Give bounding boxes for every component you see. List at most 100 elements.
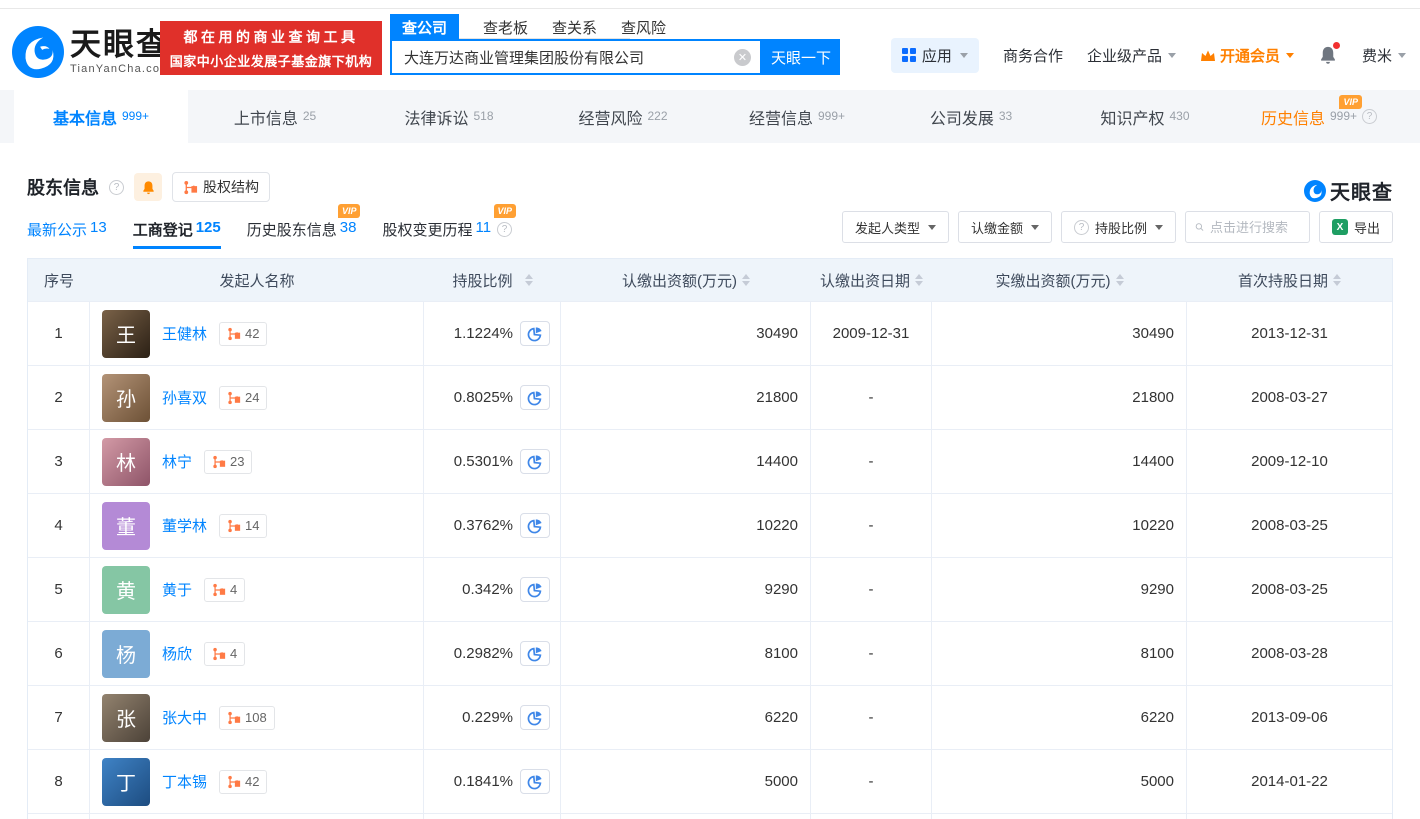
tab-history-info[interactable]: VIP 历史信息 999+ ? (1232, 90, 1406, 143)
pie-chart-button[interactable] (520, 705, 550, 730)
sort-icon[interactable] (1333, 274, 1341, 286)
subtab-business-registration[interactable]: 工商登记 125 (133, 219, 221, 240)
share-ratio-value: 1.1224% (454, 325, 513, 342)
pie-chart-icon (527, 390, 543, 406)
subtab-count: 38 (340, 219, 357, 240)
notifications-bell[interactable] (1318, 45, 1338, 65)
cell-subscribed-date: - (811, 750, 932, 813)
tab-count: 33 (999, 109, 1012, 123)
table-row: 2 孙 孙喜双 24 0.8025% (28, 365, 1392, 429)
shareholder-avatar[interactable]: 林 (102, 438, 150, 486)
subscribed-amount-value: 10220 (756, 517, 798, 534)
shareholder-name-link[interactable]: 孙喜双 (162, 387, 207, 408)
tab-basic-info[interactable]: 基本信息 999+ (14, 90, 188, 143)
shareholder-avatar[interactable]: 丁 (102, 758, 150, 806)
clear-search-icon[interactable]: ✕ (734, 49, 751, 66)
nav-open-vip[interactable]: 开通会员 (1200, 45, 1294, 66)
shareholder-avatar[interactable]: 杨 (102, 630, 150, 678)
username: 费米 (1362, 45, 1392, 66)
shareholder-name-link[interactable]: 王健林 (162, 323, 207, 344)
shareholder-name-link[interactable]: 丁本锡 (162, 771, 207, 792)
related-companies-badge[interactable]: 14 (219, 514, 267, 538)
pie-chart-button[interactable] (520, 641, 550, 666)
help-icon: ? (1074, 220, 1089, 235)
col-header-paid-amount[interactable]: 实缴出资额(万元) (932, 259, 1187, 301)
sort-icon[interactable] (525, 274, 533, 286)
subscribe-bell-button[interactable] (134, 173, 162, 201)
shareholder-avatar[interactable]: 王 (102, 310, 150, 358)
subtab-equity-change-history[interactable]: VIP 股权变更历程 11 ? (382, 219, 512, 240)
tab-business-info[interactable]: 经营信息 999+ (710, 90, 884, 143)
shareholder-avatar[interactable]: 董 (102, 502, 150, 550)
related-companies-badge[interactable]: 108 (219, 706, 275, 730)
excel-icon: X (1332, 219, 1348, 235)
shareholder-name-link[interactable]: 黄于 (162, 579, 192, 600)
pie-chart-button[interactable] (520, 385, 550, 410)
pie-chart-button[interactable] (520, 449, 550, 474)
tab-label: 法律诉讼 (404, 105, 468, 129)
crown-icon (1200, 49, 1216, 62)
sort-icon[interactable] (1116, 274, 1124, 286)
sort-icon[interactable] (915, 274, 923, 286)
tab-intellectual-property[interactable]: 知识产权 430 (1058, 90, 1232, 143)
col-header-share-ratio[interactable]: 持股比例 (424, 259, 561, 301)
search-tab-company[interactable]: 查公司 (390, 14, 459, 41)
help-icon[interactable]: ? (497, 222, 512, 237)
nav-enterprise-products[interactable]: 企业级产品 (1087, 45, 1176, 66)
table-row: 3 林 林宁 23 0.5301% (28, 429, 1392, 493)
related-companies-badge[interactable]: 42 (219, 770, 267, 794)
related-companies-badge[interactable]: 4 (204, 578, 245, 602)
tianyancha-logo[interactable]: 天眼查 TianYanCha.com (12, 26, 171, 78)
apps-menu[interactable]: 应用 (891, 38, 979, 73)
tab-business-risk[interactable]: 经营风险 222 (536, 90, 710, 143)
row-index: 1 (54, 325, 62, 342)
pie-chart-button[interactable] (520, 769, 550, 794)
help-icon[interactable]: ? (1362, 109, 1377, 124)
share-ratio-dropdown[interactable]: ? 持股比例 (1061, 211, 1176, 243)
help-icon[interactable]: ? (109, 180, 124, 195)
tianyancha-swirl-icon (12, 26, 64, 78)
promoter-type-dropdown[interactable]: 发起人类型 (842, 211, 949, 243)
col-header-subscribed-date[interactable]: 认缴出资日期 (811, 259, 932, 301)
shareholder-name-link[interactable]: 董学林 (162, 515, 207, 536)
cell-first-hold-date: 2013-09-06 (1187, 686, 1392, 749)
user-menu[interactable]: 费米 (1362, 45, 1406, 66)
export-label: 导出 (1354, 218, 1380, 237)
pie-chart-button[interactable] (520, 577, 550, 602)
table-search-box[interactable] (1185, 211, 1310, 243)
notification-dot (1333, 42, 1340, 49)
nav-business-cooperation[interactable]: 商务合作 (1003, 45, 1063, 66)
shareholder-name-link[interactable]: 杨欣 (162, 643, 192, 664)
shareholder-avatar[interactable]: 张 (102, 694, 150, 742)
search-button[interactable]: 天眼一下 (762, 39, 840, 75)
cell-index: 5 (28, 558, 90, 621)
col-header-first-hold-date[interactable]: 首次持股日期 (1187, 259, 1392, 301)
col-header-subscribed-amount[interactable]: 认缴出资额(万元) (561, 259, 811, 301)
cell-promoter: 杨 杨欣 4 (90, 622, 424, 685)
tab-listing-info[interactable]: 上市信息 25 (188, 90, 362, 143)
related-companies-badge[interactable]: 24 (219, 386, 267, 410)
shareholder-avatar[interactable]: 孙 (102, 374, 150, 422)
related-companies-badge[interactable]: 23 (204, 450, 252, 474)
subtab-latest-announcement[interactable]: 最新公示 13 (27, 219, 107, 240)
table-search-input[interactable] (1210, 220, 1300, 235)
subscribed-amount-dropdown[interactable]: 认缴金额 (958, 211, 1052, 243)
tab-legal-litigation[interactable]: 法律诉讼 518 (362, 90, 536, 143)
pie-chart-button[interactable] (520, 513, 550, 538)
related-companies-badge[interactable]: 4 (204, 642, 245, 666)
equity-structure-button[interactable]: 股权结构 (172, 172, 270, 202)
search-tab-boss[interactable]: 查老板 (483, 14, 528, 41)
subtab-history-shareholders[interactable]: VIP 历史股东信息 38 (247, 219, 357, 240)
tab-company-development[interactable]: 公司发展 33 (884, 90, 1058, 143)
pie-chart-button[interactable] (520, 321, 550, 346)
search-tab-relation[interactable]: 查关系 (552, 14, 597, 41)
shareholder-avatar[interactable]: 黄 (102, 566, 150, 614)
related-companies-badge[interactable]: 42 (219, 322, 267, 346)
export-button[interactable]: X 导出 (1319, 211, 1393, 243)
search-tab-risk[interactable]: 查风险 (621, 14, 666, 41)
shareholder-name-link[interactable]: 张大中 (162, 707, 207, 728)
badge-count: 4 (230, 582, 237, 597)
shareholder-name-link[interactable]: 林宁 (162, 451, 192, 472)
sort-icon[interactable] (742, 274, 750, 286)
company-search-input[interactable] (392, 41, 760, 73)
